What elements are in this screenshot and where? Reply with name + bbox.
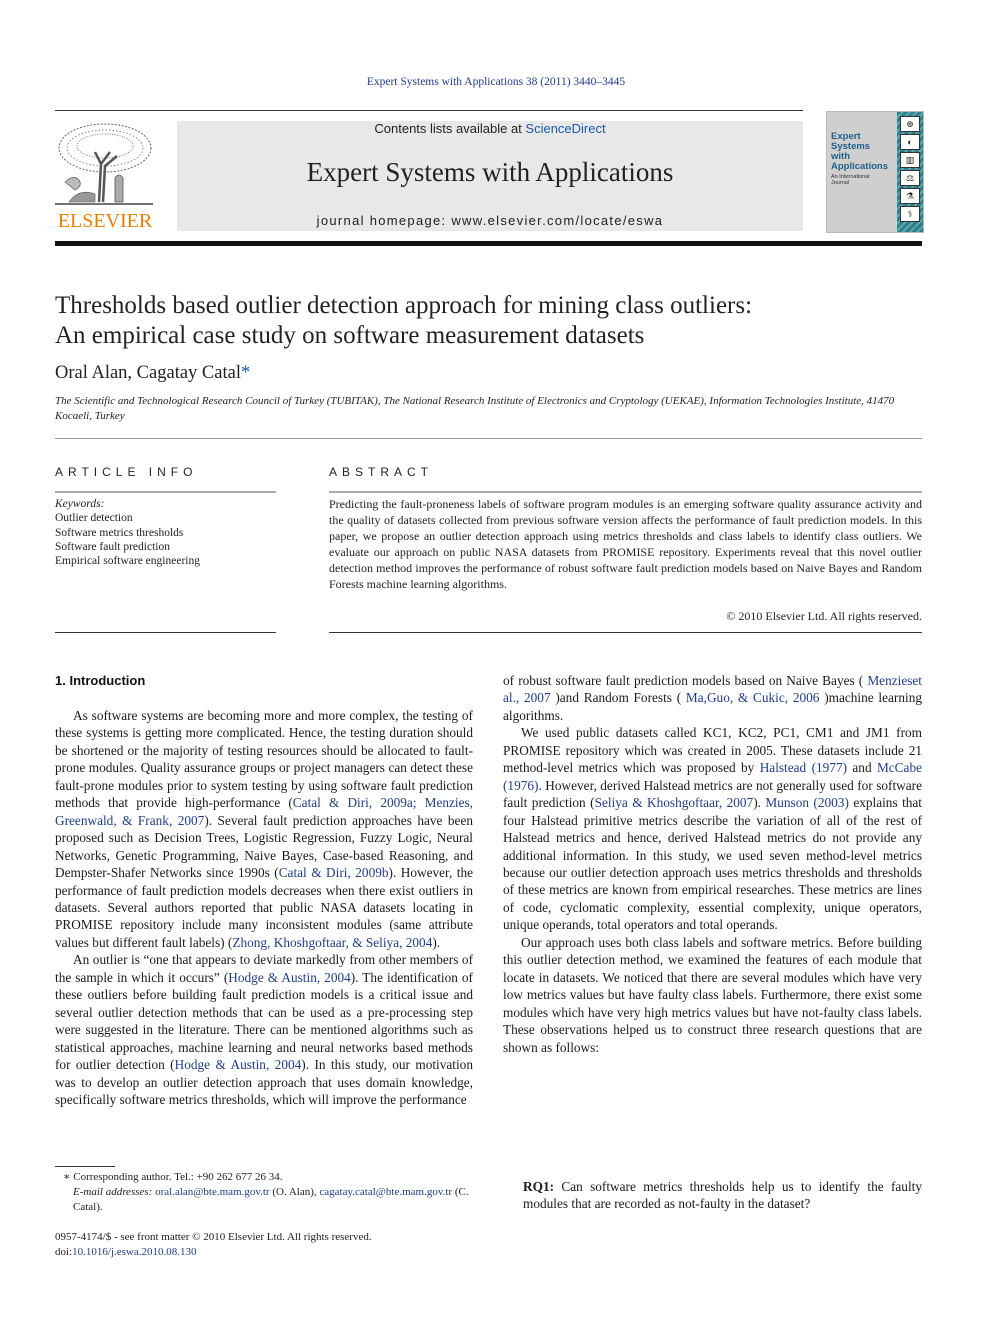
rq1-label: RQ1: <box>523 1179 555 1194</box>
rq1-text: Can software metrics thresholds help us … <box>523 1179 922 1212</box>
elsevier-logo[interactable]: ELSEVIER <box>53 120 157 232</box>
article-info-rule <box>55 491 276 493</box>
paragraph-continued: of robust software fault prediction mode… <box>503 673 922 723</box>
bar-chart-icon: ▥ <box>900 152 920 168</box>
corresponding-author-note: ∗ Corresponding author. Tel.: +90 262 67… <box>63 1171 283 1183</box>
elsevier-tree-icon <box>55 122 153 208</box>
citation-link[interactable]: & <box>738 690 753 705</box>
citation-link[interactable]: Guo, <box>707 690 738 705</box>
citation-link[interactable]: 2006 <box>793 690 824 705</box>
contents-prefix: Contents lists available at <box>374 121 526 136</box>
keyword-item: Outlier detection <box>55 512 133 525</box>
cover-title: Expert Systems with Applications <box>831 131 889 172</box>
citation-link[interactable]: Seliya & Khoshgoftaar, 2007 <box>595 795 754 810</box>
footnote-rule <box>55 1166 115 1167</box>
affiliation: The Scientific and Technological Researc… <box>55 395 895 422</box>
keywords: Keywords: Outlier detection Software met… <box>55 497 200 568</box>
citation-link[interactable]: Ma, <box>686 690 707 705</box>
scales-icon: ⚖ <box>900 170 920 186</box>
microscope-icon: ⚗ <box>900 188 920 204</box>
header-thick-rule <box>55 241 922 246</box>
contents-line: Contents lists available at ScienceDirec… <box>177 121 803 136</box>
author-names: Oral Alan, Cagatay Catal <box>55 363 241 383</box>
citation-link[interactable]: et <box>912 673 922 688</box>
abstract-bottom-rule <box>329 632 922 633</box>
affiliation-rule <box>55 438 922 439</box>
keywords-label: Keywords: <box>55 498 105 510</box>
citation-link[interactable]: Hodge & Austin, 2004 <box>228 970 351 985</box>
steering-wheel-icon: ⊛ <box>900 116 920 132</box>
body-column-right: of robust software fault prediction mode… <box>503 672 922 1162</box>
article-title: Thresholds based outlier detection appro… <box>55 292 753 349</box>
email-link-catal[interactable]: cagatay.catal@bte.mam.gov.tr <box>319 1186 452 1198</box>
section-heading-introduction: 1. Introduction <box>55 673 146 688</box>
abstract-copyright: © 2010 Elsevier Ltd. All rights reserved… <box>726 609 922 623</box>
abstract-text: Predicting the fault-proneness labels of… <box>329 497 922 591</box>
text-run: and <box>847 760 877 776</box>
keyword-item: Software metrics thresholds <box>55 526 184 539</box>
cover-subtitle: An International Journal <box>831 174 870 186</box>
issn-line: 0957-4174/$ - see front matter © 2010 El… <box>55 1231 372 1243</box>
journal-homepage[interactable]: journal homepage: www.elsevier.com/locat… <box>177 213 803 228</box>
citation-link[interactable]: 2007 <box>524 690 555 705</box>
keyword-item: Empirical software engineering <box>55 555 200 568</box>
footnotes: ∗ Corresponding author. Tel.: +90 262 67… <box>55 1170 475 1215</box>
text-run: ). <box>753 795 766 811</box>
column-flow: of robust software fault prediction mode… <box>503 672 922 1056</box>
corresponding-author-marker[interactable]: * <box>241 363 250 383</box>
medical-icon: ⚕ <box>900 206 920 222</box>
citation-link[interactable]: Menzies <box>867 673 912 688</box>
doi-link[interactable]: 10.1016/j.eswa.2010.08.130 <box>72 1246 196 1258</box>
citation-link[interactable]: al., <box>503 690 524 705</box>
email-link-alan[interactable]: oral.alan@bte.mam.gov.tr <box>155 1186 270 1198</box>
body-column-left: As software systems are becoming more an… <box>55 707 473 1108</box>
header-rule <box>55 110 803 111</box>
citation-link[interactable]: Cukic, <box>753 690 793 705</box>
paragraph: We used public datasets called KC1, KC2,… <box>503 724 922 933</box>
abstract-heading: ABSTRACT <box>329 465 434 479</box>
citation-link[interactable]: Hodge & Austin, 2004 <box>175 1057 302 1072</box>
article-info-heading: ARTICLE INFO <box>55 465 198 479</box>
globe-icon: ◐ <box>900 134 920 150</box>
email-note: E-mail addresses: oral.alan@bte.mam.gov.… <box>73 1186 469 1213</box>
paragraph: An outlier is “one that appears to devia… <box>55 952 473 1107</box>
elsevier-wordmark: ELSEVIER <box>57 210 153 232</box>
authors: Oral Alan, Cagatay Catal* <box>55 363 250 384</box>
journal-cover-thumbnail[interactable]: Expert Systems with Applications An Inte… <box>826 111 924 233</box>
journal-reference[interactable]: Expert Systems with Applications 38 (201… <box>0 76 992 88</box>
text-run: explains that four Halstead primitive me… <box>503 795 922 933</box>
article-info-bottom-rule <box>55 632 276 633</box>
sciencedirect-link[interactable]: ScienceDirect <box>525 121 605 136</box>
research-question-1: RQ1: Can software metrics thresholds hel… <box>523 1178 922 1213</box>
paragraph: As software systems are becoming more an… <box>55 708 473 950</box>
citation-link[interactable]: Halstead (1977) <box>760 760 847 775</box>
citation-link[interactable]: Catal & Diri, 2009b <box>279 865 389 880</box>
doi-line: doi:10.1016/j.eswa.2010.08.130 <box>55 1246 197 1258</box>
paragraph: Our approach uses both class labels and … <box>503 934 922 1055</box>
citation-link[interactable]: Zhong, Khoshgoftaar, & Seliya, 2004 <box>232 935 432 950</box>
abstract-rule <box>329 491 922 493</box>
citation-link[interactable]: Munson (2003) <box>765 795 848 810</box>
issn-doi: 0957-4174/$ - see front matter © 2010 El… <box>55 1230 475 1260</box>
journal-title: Expert Systems with Applications <box>306 157 674 187</box>
keyword-item: Software fault prediction <box>55 540 170 553</box>
journal-banner: Contents lists available at ScienceDirec… <box>177 121 803 231</box>
